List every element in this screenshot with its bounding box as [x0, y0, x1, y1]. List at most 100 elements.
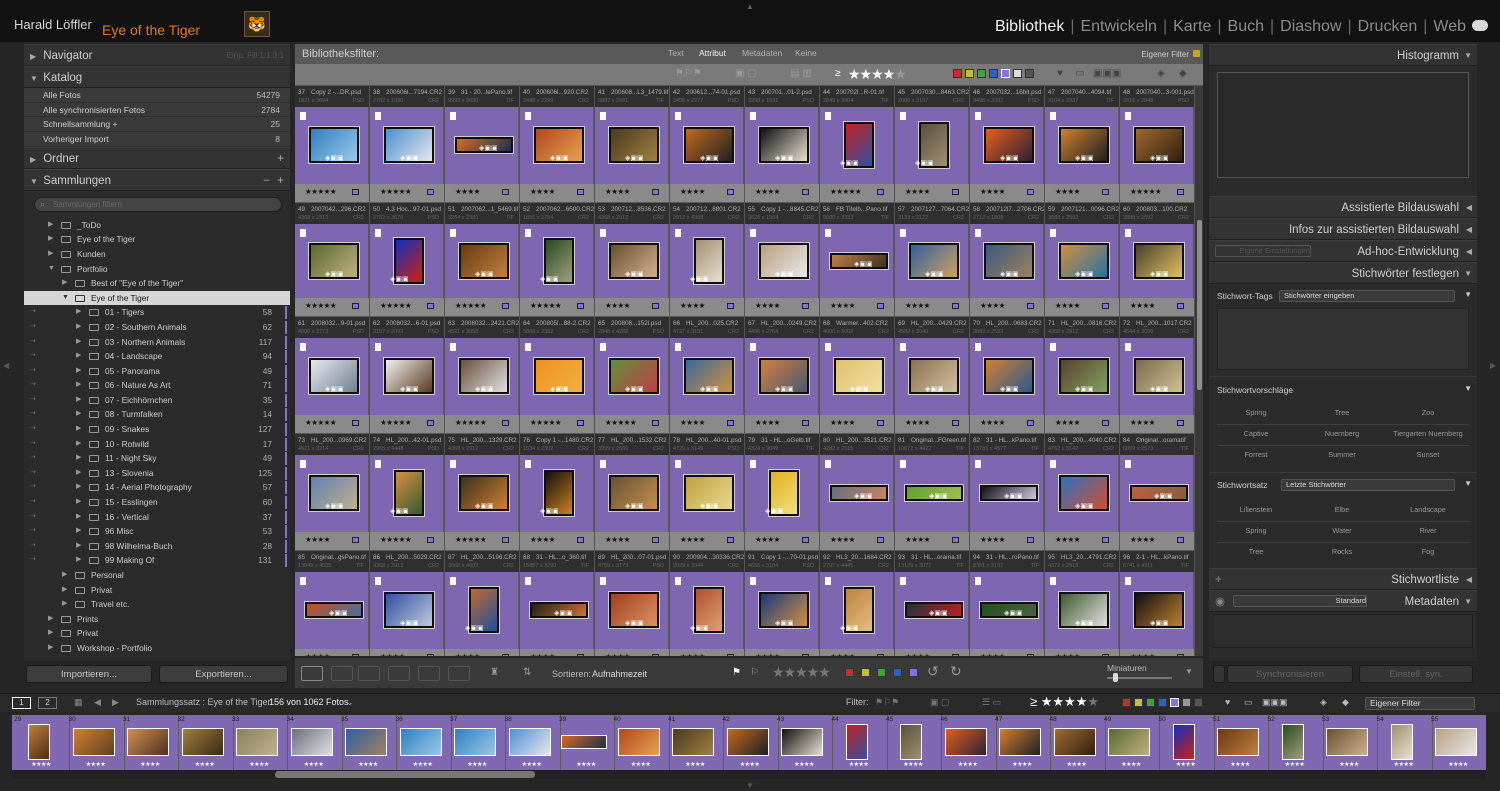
cell-rating[interactable]: ★★★★	[980, 301, 1005, 310]
grid-cell[interactable]: 43 200701...01-2.psd 2298 x 1531 PSD ◈▣▣ ★★★★	[745, 86, 819, 203]
pick-flag-icon[interactable]	[375, 577, 381, 585]
filmstrip-purple-label[interactable]	[1170, 698, 1179, 707]
thumbnail-badges-icon[interactable]: ◈▣▣	[540, 507, 559, 515]
cell-rating[interactable]: ★★★★★	[380, 301, 412, 310]
pick-flag-icon[interactable]	[1050, 229, 1056, 237]
module-diashow[interactable]: Diashow	[1280, 18, 1341, 36]
filmstrip-green-label[interactable]	[1146, 698, 1155, 707]
grid-cell[interactable]: 74 HL_200...42-01.psd 2965 x 4448 PSD ◈▣▣ ★★★…	[370, 434, 444, 551]
cell-rating[interactable]: ★★★★★	[1130, 187, 1162, 196]
grid-cell[interactable]: 81 Original...FGreen.tif 10672 x 4422 TIF ◈▣…	[895, 434, 969, 551]
cell-rating[interactable]: ★★★★	[830, 301, 855, 310]
pick-flag-icon[interactable]	[375, 460, 381, 468]
thumbnail-badges-icon[interactable]: ◈▣▣	[400, 385, 419, 393]
grid-cell[interactable]: 71 HL_200...0816.CR2 4368 x 2912 CR2 ◈▣▣ ★★★★	[1045, 317, 1119, 434]
thumbnail-badges-icon[interactable]: ◈▣▣	[700, 154, 719, 162]
loupe-view-icon[interactable]	[331, 666, 353, 681]
pick-flag-icon[interactable]	[1125, 577, 1131, 585]
cell-rating[interactable]: ★★★★★	[455, 301, 487, 310]
pick-flag-icon[interactable]	[1050, 112, 1056, 120]
filmstrip-heart-icon[interactable]: ♥	[1225, 697, 1230, 707]
pick-flag-icon[interactable]	[450, 343, 456, 351]
thumbnail-badges-icon[interactable]: ◈▣▣	[1075, 619, 1094, 627]
pick-flag-icon[interactable]	[900, 112, 906, 120]
pick-flag-icon[interactable]	[600, 343, 606, 351]
cell-rating[interactable]: ★★★★★	[605, 418, 637, 427]
thumbnail-badges-icon[interactable]: ◈▣▣	[1075, 270, 1094, 278]
pick-flag-icon[interactable]	[300, 577, 306, 585]
filmstrip-cell[interactable]: 30 ★★★★	[67, 715, 125, 770]
rating-operator[interactable]: ≥	[835, 68, 841, 79]
people-view-icon[interactable]	[418, 666, 440, 681]
flag-filter-icon[interactable]: ⚑⚐⚑	[675, 68, 702, 79]
filmstrip-thumbnail[interactable]	[845, 724, 868, 760]
grid-cell[interactable]: 66 HL_200...025.CR2 4727 x 3151 CR2 ◈▣▣ ★★★★	[670, 317, 744, 434]
cell-rating[interactable]: ★★★★	[530, 187, 555, 196]
filmstrip-attr-icon[interactable]: ◆	[1342, 697, 1349, 708]
pick-flag-icon[interactable]	[1125, 343, 1131, 351]
filmstrip-sort-filter-icon[interactable]: ☰ ▭	[982, 697, 1001, 708]
filmstrip-layers-icon[interactable]: ◈	[1320, 697, 1327, 708]
thumbnail-badges-icon[interactable]: ◈▣▣	[625, 619, 644, 627]
collapsed-triangle-icon[interactable]: ▶	[48, 247, 53, 262]
filmstrip-custom-label[interactable]	[1182, 698, 1191, 707]
module-karte[interactable]: Karte	[1173, 18, 1211, 36]
thumbnail-badges-icon[interactable]: ◈▣▣	[1150, 154, 1169, 162]
thumbnail-badges-icon[interactable]: ◈▣▣	[479, 144, 498, 152]
filmstrip-cell[interactable]: 52 ★★★★	[1266, 715, 1324, 770]
thumbnail-badges-icon[interactable]: ◈▣▣	[400, 619, 419, 627]
thumbnail-badges-icon[interactable]: ◈▣▣	[700, 502, 719, 510]
keyword-set-triangle-icon[interactable]: ▼	[1464, 479, 1472, 488]
pick-flag-icon[interactable]	[750, 460, 756, 468]
pick-flag-icon[interactable]	[750, 112, 756, 120]
keyword-chip[interactable]: Water	[1299, 526, 1385, 535]
thumbnail-badges-icon[interactable]: ◈▣▣	[625, 270, 644, 278]
collection-item[interactable]: ⇢ ▶ 02 - Southern Animals 62	[24, 320, 290, 335]
thumbnail-badges-icon[interactable]: ◈▣▣	[550, 385, 569, 393]
grid-cell[interactable]: 93 31 - HL...orama.tif 13129 x 3077 TIF ◈▣▣ ★…	[895, 551, 969, 656]
cell-rating[interactable]: ★★★★	[905, 187, 930, 196]
filmstrip-cell[interactable]: 53 ★★★★	[1320, 715, 1378, 770]
filmstrip-cell[interactable]: 50 ★★★★	[1157, 715, 1215, 770]
pick-flag-icon[interactable]	[975, 577, 981, 585]
keyword-chip[interactable]: Lilienstein	[1213, 505, 1299, 514]
cell-rating[interactable]: ★★★★	[830, 652, 855, 656]
filmstrip-cell[interactable]: 48 ★★★★	[1048, 715, 1106, 770]
assisted-info-header[interactable]: Infos zur assistierten Bildauswahl ◀	[1209, 218, 1477, 240]
grid-cell[interactable]: 37 Copy 2 -...DR.psd 1821 x 3694 PSD ◈▣▣ ★★★★…	[295, 86, 369, 203]
collapsed-triangle-icon[interactable]: ▶	[76, 480, 81, 495]
filmstrip-thumbnail[interactable]	[726, 728, 769, 756]
catalog-item[interactable]: Schnellsammlung + 25	[24, 117, 290, 133]
keyword-tags-textarea[interactable]	[1217, 308, 1469, 370]
add-folder-icon[interactable]: +	[277, 148, 284, 170]
keywording-header[interactable]: Stichwörter festlegen ▼	[1209, 262, 1477, 284]
keyword-chip[interactable]: Sunset	[1385, 450, 1471, 459]
thumbnail-badges-icon[interactable]: ◈▣▣	[690, 624, 709, 632]
grid-cell[interactable]: 58 200712l7...2706.CR2 2712 x 1808 CR2 ◈▣▣ ★★…	[970, 203, 1044, 317]
pick-flag-icon[interactable]	[525, 112, 531, 120]
thumbnail-badges-icon[interactable]: ◈▣▣	[390, 507, 409, 515]
grid-cell[interactable]: 95 HL3_20...4791.CR2 4372 x 2915 CR2 ◈▣▣ ★★★★	[1045, 551, 1119, 656]
filmstrip-thumbnail[interactable]	[181, 728, 224, 756]
thumbnail-badges-icon[interactable]: ◈▣▣	[1004, 609, 1023, 617]
collections-search-input[interactable]: Sammlungen filtern	[34, 196, 282, 212]
export-button[interactable]: Exportieren...	[159, 665, 288, 683]
cell-rating[interactable]: ★★★★	[905, 418, 930, 427]
cell-rating[interactable]: ★★★★	[1055, 301, 1080, 310]
filmstrip-source-chevron-icon[interactable]: ⌄	[346, 697, 354, 708]
rating-filter-stars[interactable]: ★★★★★	[848, 66, 907, 83]
collapsed-triangle-icon[interactable]: ▶	[76, 553, 81, 568]
sort-dropdown[interactable]: Aufnahmezeit	[592, 669, 647, 679]
collection-item[interactable]: ▼ Portfolio	[24, 262, 290, 277]
filmstrip-no-label[interactable]	[1194, 698, 1203, 707]
collapsed-triangle-icon[interactable]: ▶	[76, 364, 81, 379]
module-drucken[interactable]: Drucken	[1358, 18, 1418, 36]
thumbnail-badges-icon[interactable]: ◈▣▣	[625, 502, 644, 510]
rotate-right-icon[interactable]: ↻	[950, 663, 962, 680]
cell-rating[interactable]: ★★★★	[755, 301, 780, 310]
collection-item[interactable]: ⇢ ▶ 14 - Aerial Photography 57	[24, 480, 290, 495]
collection-item[interactable]: ▶ Privat	[24, 626, 290, 641]
cell-rating[interactable]: ★★★★	[980, 187, 1005, 196]
thumbnail-badges-icon[interactable]: ◈▣▣	[325, 385, 344, 393]
cell-rating[interactable]: ★★★★★	[380, 418, 412, 427]
